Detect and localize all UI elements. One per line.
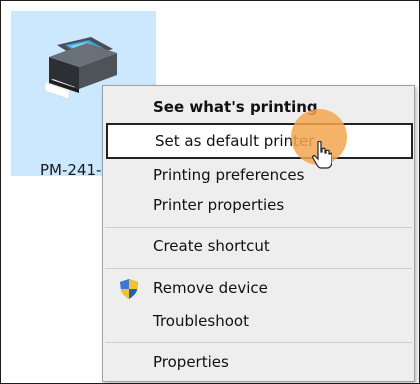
printer-name-label: PM-241-: [40, 161, 102, 179]
menu-item-label: Printer properties: [153, 196, 285, 214]
menu-separator: [105, 342, 412, 343]
menu-item-label: Printing preferences: [153, 166, 305, 184]
menu-item-label: Create shortcut: [153, 237, 270, 255]
menu-item-remove-device[interactable]: Remove device: [103, 272, 414, 304]
menu-separator: [105, 268, 412, 269]
context-menu: See what's printing Set as default print…: [102, 85, 415, 382]
menu-separator: [105, 227, 412, 228]
menu-item-label: Properties: [153, 353, 229, 371]
menu-item-create-shortcut[interactable]: Create shortcut: [103, 230, 414, 262]
menu-item-label: Remove device: [153, 279, 268, 297]
window-frame: PM-241- See what's printing Set as defau…: [0, 0, 420, 384]
menu-item-see-whats-printing[interactable]: See what's printing: [103, 91, 414, 123]
menu-item-printer-properties[interactable]: Printer properties: [103, 189, 414, 221]
menu-item-printing-preferences[interactable]: Printing preferences: [103, 159, 414, 191]
hand-pointer-icon: [312, 141, 332, 169]
menu-item-properties[interactable]: Properties: [103, 346, 414, 378]
menu-item-label: Troubleshoot: [153, 312, 249, 330]
menu-item-set-default-printer[interactable]: Set as default printer: [106, 123, 413, 159]
menu-item-troubleshoot[interactable]: Troubleshoot: [103, 305, 414, 337]
shield-icon: [120, 279, 138, 299]
menu-item-label: See what's printing: [153, 98, 318, 116]
